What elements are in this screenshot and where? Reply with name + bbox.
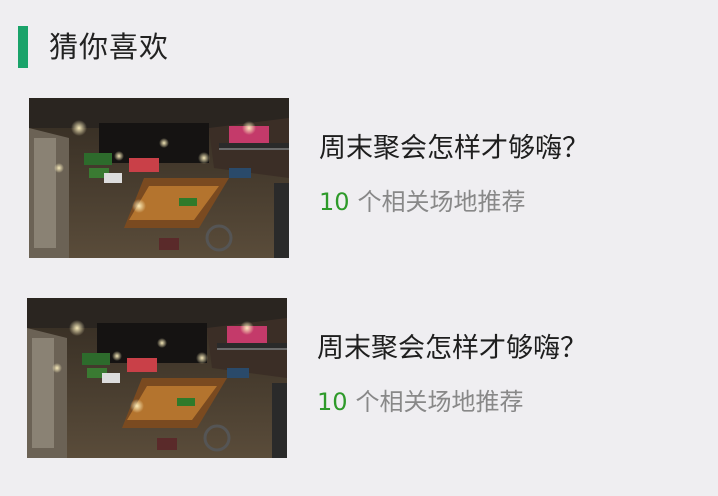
venue-count: 10: [319, 188, 350, 216]
section-header: 猜你喜欢: [18, 26, 169, 68]
venue-thumbnail[interactable]: [27, 298, 287, 458]
section-title: 猜你喜欢: [49, 30, 170, 64]
recommendation-text: 周末聚会怎样才够嗨？ 10 个相关场地推荐: [317, 331, 587, 417]
recommendation-title[interactable]: 周末聚会怎样才够嗨？: [317, 331, 587, 367]
venue-count-suffix: 个相关场地推荐: [357, 188, 526, 216]
venue-count: 10: [317, 388, 348, 416]
recommendation-card[interactable]: 周末聚会怎样才够嗨？ 10 个相关场地推荐: [27, 298, 587, 458]
venue-thumbnail[interactable]: [29, 98, 289, 258]
recommendation-title[interactable]: 周末聚会怎样才够嗨？: [319, 131, 589, 167]
recommendation-text: 周末聚会怎样才够嗨？ 10 个相关场地推荐: [319, 131, 589, 217]
recommendation-subtitle: 10 个相关场地推荐: [317, 387, 587, 417]
recommendation-card[interactable]: 周末聚会怎样才够嗨？ 10 个相关场地推荐: [29, 98, 589, 258]
bar-interior-photo: [27, 298, 287, 458]
bar-interior-photo: [29, 98, 289, 258]
venue-count-suffix: 个相关场地推荐: [355, 388, 524, 416]
recommendation-subtitle: 10 个相关场地推荐: [319, 187, 589, 217]
section-accent-bar: [18, 26, 28, 68]
